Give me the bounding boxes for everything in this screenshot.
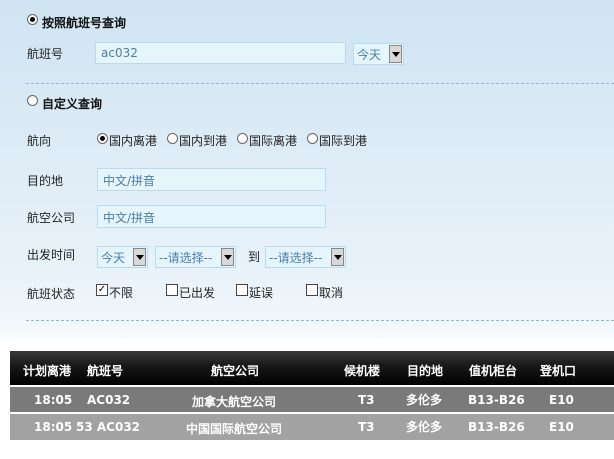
status-option-label: 已出发 bbox=[179, 286, 216, 300]
status-option-label: 不限 bbox=[109, 286, 134, 300]
destination-placeholder: 中文/拼音 bbox=[103, 174, 156, 188]
cell-time: 18:05 bbox=[34, 393, 73, 407]
status-checkbox-any[interactable]: ✓ bbox=[96, 284, 108, 296]
radio-flight-query[interactable] bbox=[27, 14, 38, 25]
status-checkbox-departed[interactable] bbox=[166, 284, 178, 296]
status-option-label: 取消 bbox=[319, 286, 344, 300]
cell-terminal: T3 bbox=[358, 420, 375, 434]
cell-terminal: T3 bbox=[358, 393, 375, 407]
cell-checkin-counter: B13-B26 bbox=[468, 393, 525, 407]
destination-input[interactable]: 中文/拼音 bbox=[97, 168, 326, 191]
depart-day-select[interactable]: 今天 bbox=[97, 246, 148, 268]
header-airline: 航空公司 bbox=[211, 364, 260, 378]
flight-no-input[interactable]: ac032 bbox=[95, 42, 346, 64]
direction-option-label: 国内离港 bbox=[109, 134, 158, 148]
status-option-label: 延误 bbox=[249, 286, 274, 300]
status-label: 航班状态 bbox=[27, 287, 76, 301]
cell-destination: 多伦多 bbox=[406, 420, 443, 434]
direction-option-label: 国际到港 bbox=[319, 134, 368, 148]
cell-flight-no: AC032 bbox=[87, 393, 131, 407]
radio-direction-domestic-departure[interactable] bbox=[97, 133, 108, 144]
status-checkbox-cancelled[interactable] bbox=[306, 284, 318, 296]
divider bbox=[26, 320, 614, 321]
cell-airline: 加拿大航空公司 bbox=[192, 395, 277, 409]
airline-placeholder: 中文/拼音 bbox=[103, 211, 156, 225]
results-table-header: 计划离港 航班号 航空公司 候机楼 目的地 值机柜台 登机口 bbox=[10, 351, 614, 385]
chevron-down-icon bbox=[331, 248, 344, 266]
radio-custom-query[interactable] bbox=[27, 95, 38, 106]
radio-direction-intl-arrival[interactable] bbox=[307, 133, 318, 144]
depart-time-label: 出发时间 bbox=[27, 248, 76, 262]
to-label: 到 bbox=[248, 250, 261, 264]
depart-day-value: 今天 bbox=[101, 251, 126, 265]
flight-no-label: 航班号 bbox=[27, 47, 64, 61]
chevron-down-icon bbox=[221, 248, 234, 266]
radio-direction-domestic-arrival[interactable] bbox=[167, 133, 178, 144]
time-to-select[interactable]: --请选择-- bbox=[265, 246, 346, 268]
flight-day-select[interactable]: 今天 bbox=[353, 43, 404, 65]
header-checkin-counter: 值机柜台 bbox=[469, 364, 518, 378]
cell-gate: E10 bbox=[549, 420, 574, 434]
divider bbox=[26, 83, 614, 84]
table-row[interactable]: 18:05 53 AC032 中国国际航空公司 T3 多伦多 B13-B26 E… bbox=[10, 414, 614, 440]
section-title-flight-query: 按照航班号查询 bbox=[42, 16, 127, 30]
time-to-value: --请选择-- bbox=[269, 251, 323, 265]
direction-label: 航向 bbox=[27, 134, 52, 148]
airline-label: 航空公司 bbox=[27, 211, 76, 225]
header-destination: 目的地 bbox=[407, 364, 444, 378]
direction-option-label: 国内到港 bbox=[179, 134, 228, 148]
cell-destination: 多伦多 bbox=[406, 393, 443, 407]
chevron-down-icon bbox=[389, 45, 402, 63]
section-title-custom-query: 自定义查询 bbox=[42, 97, 103, 111]
destination-label: 目的地 bbox=[27, 174, 64, 188]
chevron-down-icon bbox=[133, 248, 146, 266]
header-terminal: 候机楼 bbox=[344, 364, 381, 378]
airline-input[interactable]: 中文/拼音 bbox=[97, 205, 326, 228]
header-gate: 登机口 bbox=[540, 364, 577, 378]
status-checkbox-delayed[interactable] bbox=[236, 284, 248, 296]
cell-gate: E10 bbox=[549, 393, 574, 407]
cell-checkin-counter: B13-B26 bbox=[468, 420, 525, 434]
table-row[interactable]: 18:05 AC032 加拿大航空公司 T3 多伦多 B13-B26 E10 bbox=[10, 387, 614, 412]
time-from-value: --请选择-- bbox=[159, 251, 213, 265]
cell-flight-no: 53 AC032 bbox=[76, 420, 141, 434]
cell-airline: 中国国际航空公司 bbox=[186, 422, 283, 436]
radio-direction-intl-departure[interactable] bbox=[237, 133, 248, 144]
header-scheduled-departure: 计划离港 bbox=[23, 364, 72, 378]
flight-no-value: ac032 bbox=[101, 46, 138, 60]
header-flight-no: 航班号 bbox=[87, 364, 124, 378]
direction-option-label: 国际离港 bbox=[249, 134, 298, 148]
flight-day-value: 今天 bbox=[357, 48, 382, 62]
cell-time: 18:05 bbox=[34, 420, 73, 434]
time-from-select[interactable]: --请选择-- bbox=[155, 246, 236, 268]
